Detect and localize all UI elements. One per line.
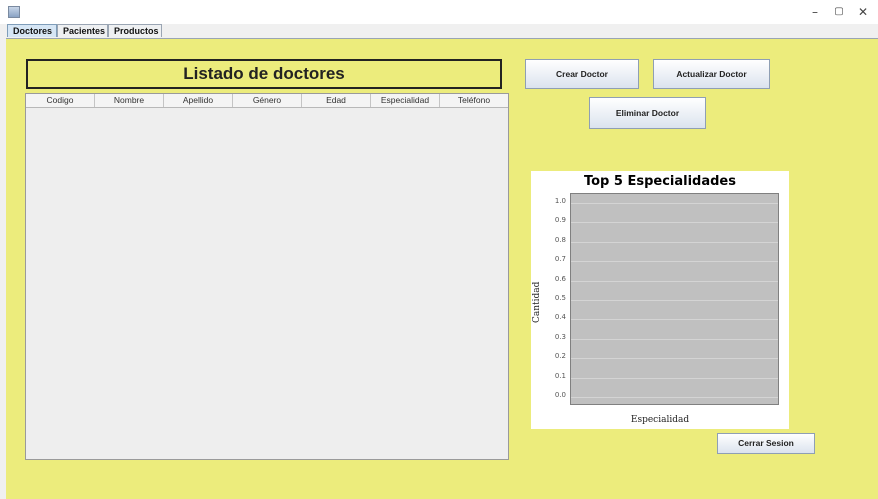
doctores-panel: Listado de doctores Codigo Nombre Apelli… xyxy=(6,38,878,499)
logout-button[interactable]: Cerrar Sesion xyxy=(717,433,815,454)
delete-doctor-button[interactable]: Eliminar Doctor xyxy=(589,97,706,129)
gridline xyxy=(571,203,778,204)
y-tick-label: 1.0 xyxy=(554,197,566,205)
title-bar: – ▢ ✕ xyxy=(0,0,878,24)
gridline xyxy=(571,397,778,398)
gridline xyxy=(571,241,778,243)
column-header-genero[interactable]: Género xyxy=(233,94,302,107)
tab-doctores[interactable]: Doctores xyxy=(7,24,57,37)
gridline xyxy=(571,300,778,301)
create-doctor-button[interactable]: Crear Doctor xyxy=(525,59,639,89)
chart-plot-area xyxy=(570,193,779,405)
y-tick-label: 0.4 xyxy=(554,313,566,322)
tab-strip: Doctores Pacientes Productos xyxy=(0,24,878,38)
tab-productos[interactable]: Productos xyxy=(108,24,162,37)
gridline xyxy=(571,280,778,282)
gridline xyxy=(571,377,778,379)
y-tick-label: 0.1 xyxy=(554,371,566,380)
gridline xyxy=(571,358,778,360)
top-especialidades-chart: Top 5 Especialidades Cantidad 0.0 0.1 0.2 0… xyxy=(531,171,789,429)
y-tick-label: 0.2 xyxy=(554,352,566,361)
chart-title: Top 5 Especialidades xyxy=(583,174,736,189)
column-header-apellido[interactable]: Apellido xyxy=(164,94,233,107)
doctors-table[interactable]: Codigo Nombre Apellido Género Edad Espec… xyxy=(25,93,509,460)
maximize-button[interactable]: ▢ xyxy=(828,4,850,20)
y-tick-label: 0.8 xyxy=(554,235,566,244)
gridline xyxy=(571,261,778,263)
column-header-especialidad[interactable]: Especialidad xyxy=(371,94,440,107)
update-doctor-button[interactable]: Actualizar Doctor xyxy=(653,59,770,89)
java-app-icon xyxy=(8,6,20,18)
column-header-codigo[interactable]: Codigo xyxy=(26,94,95,107)
column-header-edad[interactable]: Edad xyxy=(302,94,371,107)
y-tick-label: 0.0 xyxy=(554,391,566,399)
close-button[interactable]: ✕ xyxy=(852,4,874,20)
y-tick-label: 0.6 xyxy=(554,274,566,283)
tab-pacientes[interactable]: Pacientes xyxy=(57,24,108,37)
y-tick-label: 0.7 xyxy=(554,255,566,264)
y-tick-label: 0.3 xyxy=(554,332,566,341)
gridline xyxy=(571,222,778,224)
minimize-button[interactable]: – xyxy=(804,4,826,20)
y-tick-label: 0.5 xyxy=(554,294,566,302)
column-header-nombre[interactable]: Nombre xyxy=(95,94,164,107)
table-header: Codigo Nombre Apellido Género Edad Espec… xyxy=(26,94,508,108)
gridline xyxy=(571,319,778,321)
list-title: Listado de doctores xyxy=(26,59,502,89)
x-axis-label: Especialidad xyxy=(630,415,690,425)
y-tick-label: 0.9 xyxy=(554,216,566,225)
gridline xyxy=(571,338,778,340)
column-header-telefono[interactable]: Teléfono xyxy=(440,94,508,107)
